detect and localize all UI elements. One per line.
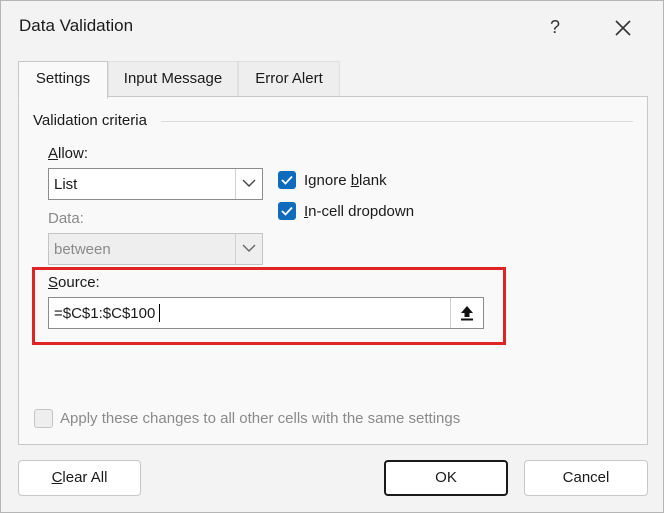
clear-all-accel: C [51,469,63,486]
data-value: between [54,241,111,258]
title-bar: Data Validation ? [1,1,663,51]
ignore-blank-checkbox[interactable] [278,171,296,189]
allow-value: List [54,176,78,193]
tab-input-message-label: Input Message [123,70,223,87]
in-cell-dropdown-post: n-cell dropdown [308,203,415,220]
cancel-button[interactable]: Cancel [524,460,648,496]
ignore-blank-pre: Ignore [304,172,351,189]
in-cell-dropdown-checkbox[interactable] [278,202,296,220]
checkmark-icon [281,175,293,185]
ignore-blank-accel: b [350,172,360,189]
data-dropdown-button[interactable] [235,234,262,264]
validation-criteria-heading: Validation criteria [33,112,153,129]
clear-all-button[interactable]: Clear All [18,460,141,496]
allow-label: Allow: [48,145,88,162]
chevron-down-icon [242,179,256,187]
data-label: Data: [48,210,84,227]
tab-settings[interactable]: Settings [18,61,108,99]
apply-all-checkbox[interactable] [34,409,53,428]
allow-label-rest: llow: [58,145,89,162]
tab-input-message[interactable]: Input Message [108,61,238,96]
in-cell-dropdown-label[interactable]: In-cell dropdown [304,203,414,220]
close-button[interactable] [607,11,639,43]
close-icon [615,20,631,36]
ignore-blank-label[interactable]: Ignore blank [304,172,387,189]
allow-label-accel: A [48,145,59,162]
allow-dropdown-button[interactable] [235,169,262,199]
ok-button[interactable]: OK [384,460,508,496]
data-validation-dialog: Data Validation ? Settings Input Message… [0,0,664,513]
help-button[interactable]: ? [541,13,569,41]
data-select[interactable]: between [48,233,263,265]
group-divider [161,121,633,122]
tab-error-alert[interactable]: Error Alert [238,61,340,96]
ignore-blank-post: lank [359,172,387,189]
tab-error-alert-label: Error Alert [255,70,323,87]
source-highlight-box [32,267,506,345]
clear-all-rest: lear All [62,469,108,486]
chevron-down-icon [242,244,256,252]
dialog-title: Data Validation [19,16,134,35]
apply-all-label[interactable]: Apply these changes to all other cells w… [60,410,460,427]
checkmark-icon [281,206,293,216]
allow-select[interactable]: List [48,168,263,200]
tab-settings-label: Settings [35,70,91,87]
